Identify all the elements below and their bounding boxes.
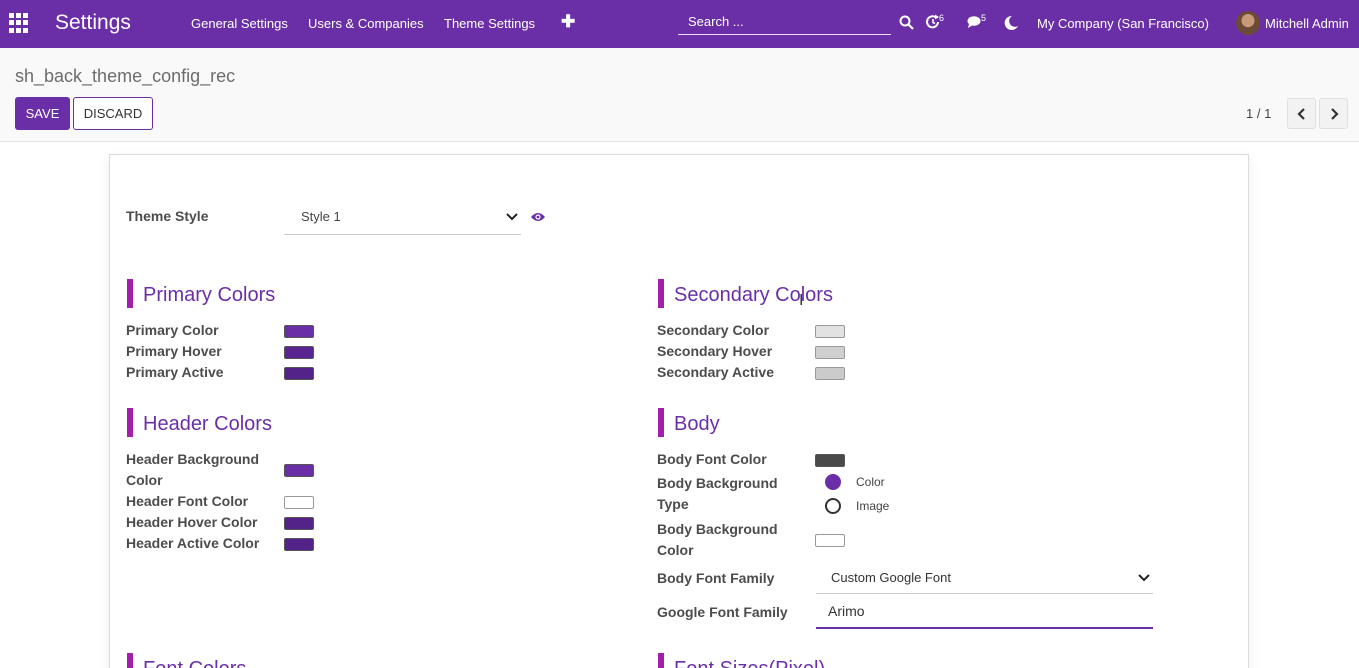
secondary-active-label: Secondary Active <box>657 364 774 380</box>
body-title: Body <box>658 408 720 438</box>
company-switcher[interactable]: My Company (San Francisco) <box>1037 16 1209 31</box>
header-active-color-label: Header Active Color <box>126 535 260 551</box>
secondary-color-swatch[interactable] <box>815 325 845 338</box>
save-button[interactable]: SAVE <box>15 97 70 130</box>
secondary-hover-label: Secondary Hover <box>657 343 773 359</box>
primary-hover-label: Primary Hover <box>126 343 222 359</box>
breadcrumb: sh_back_theme_config_rec <box>15 66 236 86</box>
moon-icon[interactable] <box>1003 15 1019 34</box>
header-hover-color-swatch[interactable] <box>284 517 314 530</box>
body-font-color-swatch[interactable] <box>815 454 845 467</box>
font-sizes-title: Font Sizes(Pixel) <box>658 653 825 668</box>
primary-color-swatch[interactable] <box>284 325 314 338</box>
radio-image-label[interactable]: Image <box>856 499 889 513</box>
search-icon[interactable] <box>899 15 914 33</box>
body-bg-type-label-line1: Body Background <box>657 475 778 491</box>
google-font-family-value: Arimo <box>828 603 865 619</box>
google-font-family-input[interactable]: Arimo <box>816 596 1153 629</box>
google-font-family-label: Google Font Family <box>657 604 788 620</box>
menu-theme-settings[interactable]: Theme Settings <box>444 16 535 31</box>
primary-color-label: Primary Color <box>126 322 219 338</box>
pager-next-button[interactable] <box>1319 98 1348 129</box>
secondary-colors-title: Secondary Colors <box>658 279 833 309</box>
secondary-hover-swatch[interactable] <box>815 346 845 359</box>
header-active-color-swatch[interactable] <box>284 538 314 551</box>
radio-color[interactable] <box>825 474 841 490</box>
chevron-left-icon <box>1297 108 1305 120</box>
plus-icon[interactable]: ✚ <box>561 12 575 32</box>
discard-button[interactable]: DISCARD <box>73 97 153 130</box>
body-bg-type-label-line2: Type <box>657 496 689 512</box>
header-colors-title: Header Colors <box>127 408 272 438</box>
body-font-family-label: Body Font Family <box>657 570 775 586</box>
theme-style-select[interactable]: Style 1 <box>284 202 521 235</box>
avatar[interactable] <box>1236 11 1260 35</box>
header-font-color-label: Header Font Color <box>126 493 249 509</box>
search-box[interactable] <box>678 9 891 35</box>
control-panel: sh_back_theme_config_rec SAVE DISCARD 1 … <box>0 48 1359 142</box>
radio-color-label[interactable]: Color <box>856 475 885 489</box>
chevron-right-icon <box>1331 108 1339 120</box>
menu-users-companies[interactable]: Users & Companies <box>308 16 424 31</box>
font-colors-title: Font Colors <box>127 653 246 668</box>
apps-grid-icon[interactable] <box>9 13 29 33</box>
primary-active-swatch[interactable] <box>284 367 314 380</box>
secondary-color-label: Secondary Color <box>657 322 770 338</box>
body-bg-color-label-line2: Color <box>657 542 694 558</box>
theme-style-value: Style 1 <box>301 209 341 224</box>
body-font-family-value: Custom Google Font <box>831 570 951 585</box>
primary-colors-title: Primary Colors <box>127 279 275 309</box>
secondary-active-swatch[interactable] <box>815 367 845 380</box>
body-font-family-select[interactable]: Custom Google Font <box>816 561 1153 594</box>
eye-icon[interactable] <box>530 210 546 226</box>
primary-active-label: Primary Active <box>126 364 224 380</box>
top-navbar: Settings General Settings Users & Compan… <box>0 0 1359 48</box>
header-bg-color-label-line1: Header Background <box>126 451 260 467</box>
body-bg-color-swatch[interactable] <box>815 534 845 547</box>
primary-hover-swatch[interactable] <box>284 346 314 359</box>
theme-style-label: Theme Style <box>126 208 209 224</box>
messages-count-badge: 5 <box>981 13 987 23</box>
app-title[interactable]: Settings <box>55 11 131 35</box>
body-bg-color-label-line1: Body Background <box>657 521 778 537</box>
header-font-color-swatch[interactable] <box>284 496 314 509</box>
header-hover-color-label: Header Hover Color <box>126 514 258 530</box>
search-input[interactable] <box>678 9 891 34</box>
chevron-down-icon <box>1138 574 1150 582</box>
pager-previous-button[interactable] <box>1287 98 1316 129</box>
user-menu[interactable]: Mitchell Admin <box>1265 16 1349 31</box>
chevron-down-icon <box>506 213 518 221</box>
text-cursor-icon: I <box>799 292 804 309</box>
body-font-color-label: Body Font Color <box>657 451 767 467</box>
pager-value[interactable]: 1 / 1 <box>1246 106 1271 121</box>
header-bg-color-swatch[interactable] <box>284 464 314 477</box>
header-bg-color-label-line2: Color <box>126 472 163 488</box>
menu-general-settings[interactable]: General Settings <box>191 16 288 31</box>
radio-image[interactable] <box>825 498 841 514</box>
form-sheet: Theme Style Style 1 Primary Colors Prima… <box>109 154 1249 668</box>
activity-count-badge: 6 <box>939 13 945 23</box>
